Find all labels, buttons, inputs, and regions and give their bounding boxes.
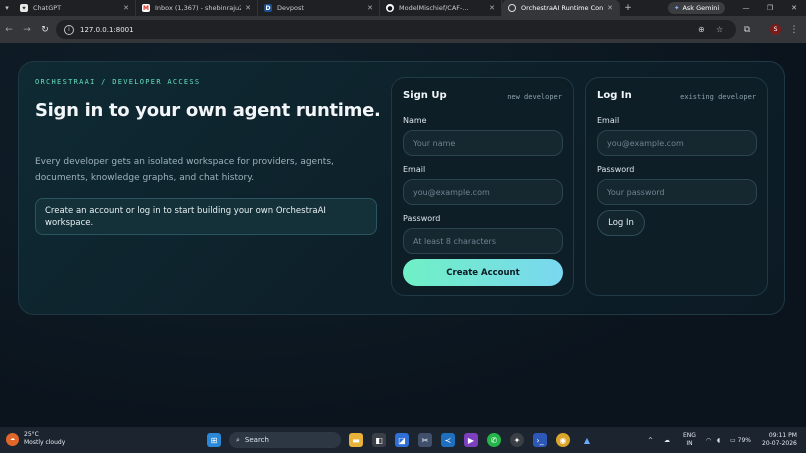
cloud-icon[interactable]: ☁ [664,427,670,453]
signup-title: Sign Up [403,90,447,101]
gemini-icon: ✦ [674,4,680,12]
chrome-icon[interactable]: ◉ [556,433,570,447]
file-explorer-icon[interactable]: ▬ [349,433,363,447]
tray-chevron-icon[interactable]: ^ [648,427,653,453]
signup-tag: new developer [507,93,562,101]
weather-icon: ☁ [6,432,19,446]
battery-icon: ▭ [730,436,736,444]
vscode-icon[interactable]: ≺ [441,433,455,447]
restore-icon[interactable]: ❐ [758,0,782,16]
back-arrow-icon[interactable]: ← [0,25,18,35]
ask-gemini-button[interactable]: ✦ Ask Gemini [668,2,726,14]
gmail-icon: M [142,4,150,12]
taskbar: ☁ 25°C Mostly cloudy ⊞ ⌕ Search ▬ ◧ ◪ ✂ … [0,427,806,453]
close-icon[interactable]: ✕ [367,4,373,12]
avatar[interactable]: S [770,24,781,35]
close-icon[interactable]: ✕ [123,4,129,12]
media-icon[interactable]: ▶ [464,433,478,447]
windows-start-icon[interactable]: ⊞ [207,433,221,447]
create-account-button[interactable]: Create Account [403,259,563,286]
tab-chatgpt[interactable]: ✦ ChatGPT ✕ [14,0,136,16]
login-email-input[interactable] [597,130,757,156]
weather-temp: 25°C [24,431,39,438]
info-notice: Create an account or log in to start bui… [35,198,377,235]
app-a-icon[interactable]: ▲ [580,433,594,447]
tab-devpost[interactable]: D Devpost ✕ [258,0,380,16]
new-tab-button[interactable]: + [620,3,636,13]
signup-password-input[interactable] [403,228,563,254]
page-title: Sign in to your own agent runtime. [35,100,381,121]
login-panel: Log In existing developer Email Password… [585,77,768,296]
minimize-icon[interactable]: — [734,0,758,16]
site-info-icon[interactable]: i [64,24,74,35]
more-menu-icon[interactable]: ⋮ [786,22,802,38]
language-indicator[interactable]: ENG IN [683,427,696,453]
password-label: Password [403,214,441,223]
taskbar-search[interactable]: ⌕ Search [229,432,341,448]
weather-widget[interactable]: ☁ 25°C Mostly cloudy [6,431,65,447]
signup-name-input[interactable] [403,130,563,156]
browser-tab-strip: ▾ ✦ ChatGPT ✕ M Inbox (1,367) - shebinra… [0,0,806,16]
wifi-icon[interactable]: ◠ [706,427,711,453]
extensions-icon[interactable]: ⧉ [739,22,755,38]
search-icon: ⌕ [236,435,240,444]
close-icon[interactable]: ✕ [489,4,495,12]
tab-orchestraai[interactable]: OrchestraAI Runtime Console ✕ [502,0,620,16]
store-icon[interactable]: ◧ [372,433,386,447]
whatsapp-icon[interactable]: ✆ [487,433,501,447]
forward-arrow-icon[interactable]: → [18,25,36,35]
address-bar: ← → ↻ i 127.0.0.1:8001 ⊕ ☆ ⧉ S ⋮ [0,16,806,43]
page-background: ORCHESTRAAI / DEVELOPER ACCESS Sign in t… [0,43,806,427]
close-icon[interactable]: ✕ [607,4,613,12]
login-title: Log In [597,90,632,101]
chatgpt-app-icon[interactable]: ✦ [510,433,524,447]
login-button[interactable]: Log In [597,210,645,236]
chatgpt-icon: ✦ [20,4,28,12]
terminal-icon[interactable]: ›_ [533,433,547,447]
window-close-icon[interactable]: ✕ [782,0,806,16]
github-icon: ● [386,4,394,12]
reload-icon[interactable]: ↻ [36,25,54,35]
system-clock[interactable]: 09:11 PM 20-07-2026 [762,432,797,448]
login-tag: existing developer [680,93,756,101]
zoom-icon[interactable]: ⊕ [698,20,705,39]
app-icon[interactable]: ◪ [395,433,409,447]
globe-icon [508,4,516,12]
signup-email-input[interactable] [403,179,563,205]
bookmark-star-icon[interactable]: ☆ [716,20,723,39]
email-label: Email [597,116,620,125]
devpost-icon: D [264,4,272,12]
page-description: Every developer gets an isolated workspa… [35,157,334,183]
access-card: ORCHESTRAAI / DEVELOPER ACCESS Sign in t… [18,61,785,315]
weather-desc: Mostly cloudy [24,439,66,446]
volume-icon[interactable]: ◖ [717,427,720,453]
name-label: Name [403,116,427,125]
eyebrow: ORCHESTRAAI / DEVELOPER ACCESS [35,78,201,86]
url-input[interactable]: i 127.0.0.1:8001 ⊕ ☆ [56,20,736,39]
snipping-icon[interactable]: ✂ [418,433,432,447]
login-password-input[interactable] [597,179,757,205]
tab-github[interactable]: ● ModelMischief/CAF-... ✕ [380,0,502,16]
battery-indicator[interactable]: ▭ 79% [730,427,751,453]
close-icon[interactable]: ✕ [245,4,251,12]
email-label: Email [403,165,426,174]
tab-search-icon[interactable]: ▾ [0,0,14,16]
signup-panel: Sign Up new developer Name Email Passwor… [391,77,574,296]
password-label: Password [597,165,635,174]
tab-gmail[interactable]: M Inbox (1,367) - shebinraju2025@gm... ✕ [136,0,258,16]
